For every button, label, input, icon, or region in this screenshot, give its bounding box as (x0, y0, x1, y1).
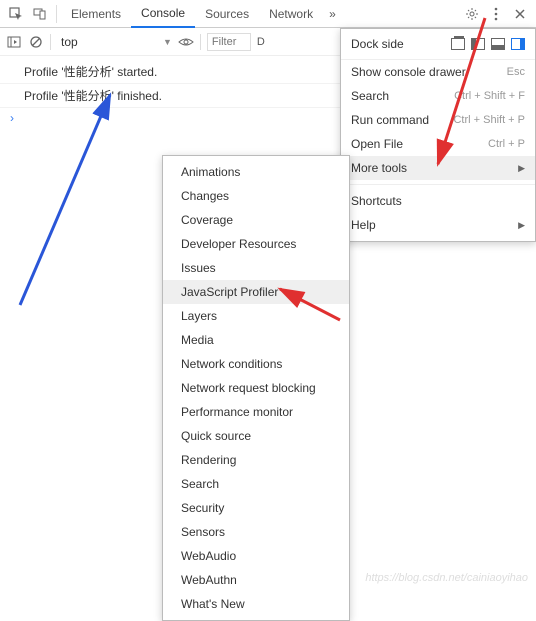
tool-animations[interactable]: Animations (163, 160, 349, 184)
tool-performance-monitor[interactable]: Performance monitor (163, 400, 349, 424)
levels-dropdown[interactable]: D (257, 36, 265, 48)
tool-webaudio[interactable]: WebAudio (163, 544, 349, 568)
eye-icon[interactable] (178, 34, 194, 50)
dock-bottom-icon[interactable] (491, 38, 505, 50)
device-toggle-icon[interactable] (32, 6, 48, 22)
dock-side-row: Dock side (341, 29, 535, 60)
tool-quick-source[interactable]: Quick source (163, 424, 349, 448)
dock-undock-icon[interactable] (451, 38, 465, 50)
menu-run-command[interactable]: Run commandCtrl + Shift + P (341, 108, 535, 132)
menu-more-tools[interactable]: More tools▶ (341, 156, 535, 180)
inspect-icon[interactable] (8, 6, 24, 22)
tool-developer-resources[interactable]: Developer Resources (163, 232, 349, 256)
tool-sensors[interactable]: Sensors (163, 520, 349, 544)
tool-issues[interactable]: Issues (163, 256, 349, 280)
dock-label: Dock side (351, 37, 443, 51)
menu-show-drawer[interactable]: Show console drawerEsc (341, 60, 535, 84)
dock-left-icon[interactable] (471, 38, 485, 50)
tool-whats-new[interactable]: What's New (163, 592, 349, 616)
tab-sources[interactable]: Sources (195, 1, 259, 27)
filter-input[interactable] (207, 33, 251, 51)
tab-elements[interactable]: Elements (61, 1, 131, 27)
tab-console[interactable]: Console (131, 0, 195, 28)
main-menu: Dock side Show console drawerEsc SearchC… (340, 28, 536, 242)
close-icon[interactable] (512, 6, 528, 22)
dock-right-icon[interactable] (511, 38, 525, 50)
tool-javascript-profiler[interactable]: JavaScript Profiler (163, 280, 349, 304)
tool-changes[interactable]: Changes (163, 184, 349, 208)
tool-layers[interactable]: Layers (163, 304, 349, 328)
kebab-icon[interactable] (488, 6, 504, 22)
devtools-tabbar: Elements Console Sources Network » (0, 0, 536, 28)
tool-coverage[interactable]: Coverage (163, 208, 349, 232)
chevron-right-icon: ▶ (518, 163, 525, 174)
chevron-right-icon: ▶ (518, 220, 525, 231)
tool-media[interactable]: Media (163, 328, 349, 352)
chevron-down-icon[interactable]: ▼ (163, 37, 172, 47)
gear-icon[interactable] (464, 6, 480, 22)
tab-network[interactable]: Network (259, 1, 323, 27)
watermark: https://blog.csdn.net/cainiaoyihao (365, 572, 528, 584)
tool-webauthn[interactable]: WebAuthn (163, 568, 349, 592)
menu-help[interactable]: Help▶ (341, 213, 535, 237)
menu-search[interactable]: SearchCtrl + Shift + F (341, 84, 535, 108)
tool-network-request-blocking[interactable]: Network request blocking (163, 376, 349, 400)
tool-rendering[interactable]: Rendering (163, 448, 349, 472)
tabs-overflow-icon[interactable]: » (323, 1, 342, 27)
context-selector[interactable]: top (57, 33, 157, 51)
sidebar-toggle-icon[interactable] (6, 34, 22, 50)
menu-open-file[interactable]: Open FileCtrl + P (341, 132, 535, 156)
menu-shortcuts[interactable]: Shortcuts (341, 189, 535, 213)
more-tools-submenu: Animations Changes Coverage Developer Re… (162, 155, 350, 621)
tool-network-conditions[interactable]: Network conditions (163, 352, 349, 376)
clear-console-icon[interactable] (28, 34, 44, 50)
tool-security[interactable]: Security (163, 496, 349, 520)
tool-search[interactable]: Search (163, 472, 349, 496)
